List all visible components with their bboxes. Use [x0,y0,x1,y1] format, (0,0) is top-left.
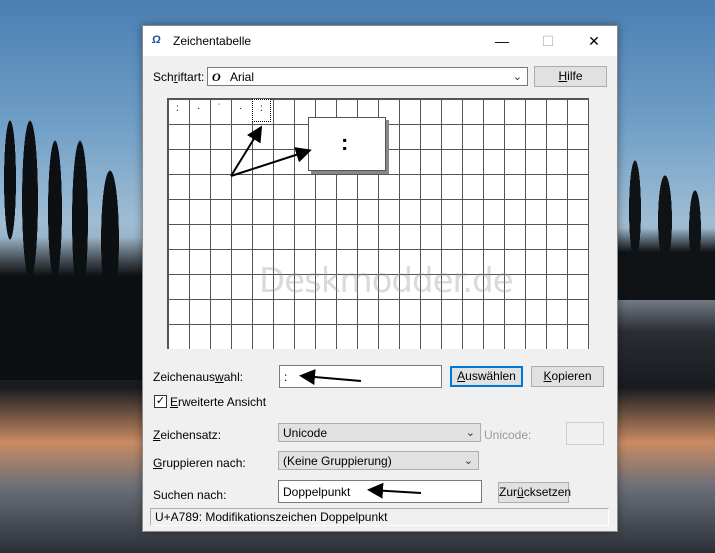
arrow-to-search [367,482,422,499]
charmap-window: Ω Zeichentabelle — ☐ ✕ Schriftart: O Ari… [142,25,618,532]
arrow-to-preview [230,147,312,177]
wallpaper-trees-right [615,140,715,300]
arrow-to-selection [299,369,362,386]
annotation-arrows [230,125,422,499]
wallpaper-trees-left [0,120,150,380]
